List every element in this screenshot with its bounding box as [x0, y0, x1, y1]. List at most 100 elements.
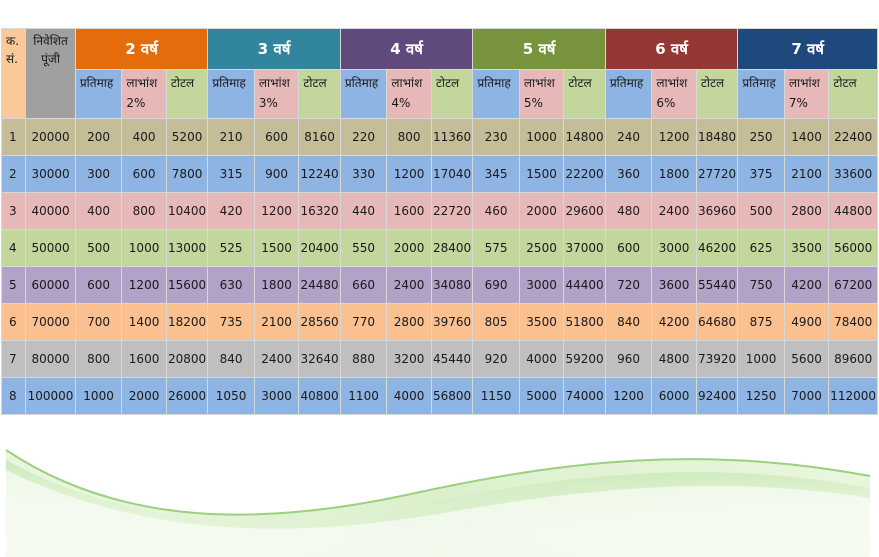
monthly-header: प्रतिमाह	[339, 69, 388, 119]
total-cell: 28560	[298, 303, 341, 341]
dividend-label: लाभांश	[656, 76, 688, 90]
total-cell: 32640	[298, 340, 341, 378]
total-label: टोटल	[303, 76, 327, 90]
total-label: टोटल	[170, 76, 195, 90]
monthly-cell: 880	[339, 340, 388, 378]
monthly-header: प्रतिमाह	[207, 69, 255, 119]
monthly-cell: 920	[472, 340, 520, 378]
monthly-cell: 690	[472, 266, 520, 304]
monthly-cell: 800	[74, 340, 123, 378]
total-cell: 20400	[298, 229, 341, 267]
total-header: टोटल	[695, 69, 739, 119]
dividend-header: लाभांश 7%	[783, 69, 830, 119]
dividend-cell: 1500	[253, 229, 300, 267]
monthly-cell: 700	[74, 303, 123, 341]
total-cell: 18480	[695, 118, 739, 156]
total-cell: 40800	[298, 377, 341, 415]
dividend-percent: 4%	[391, 96, 411, 110]
capital-cell: 30000	[25, 155, 76, 193]
monthly-cell: 1250	[737, 377, 785, 415]
capital-cell: 40000	[25, 192, 76, 230]
monthly-cell: 1000	[74, 377, 123, 415]
dividend-cell: 2500	[518, 229, 565, 267]
total-cell: 51800	[563, 303, 606, 341]
monthly-cell: 360	[604, 155, 653, 193]
dividend-cell: 4900	[783, 303, 830, 341]
dividend-percent: 5%	[523, 96, 543, 110]
serial-number-cell: 4	[0, 229, 27, 267]
dividend-cell: 3000	[651, 229, 697, 267]
dividend-percent: 3%	[258, 96, 278, 110]
monthly-cell: 300	[74, 155, 123, 193]
total-label: टोटल	[833, 76, 857, 90]
dividend-cell: 600	[121, 155, 167, 193]
monthly-cell: 550	[339, 229, 388, 267]
table-row: 3 40000 400 800 10400 420 1200 16320 440 1600 2272…	[0, 192, 878, 230]
dividend-cell: 1200	[386, 155, 432, 193]
dividend-cell: 1400	[783, 118, 830, 156]
dividend-cell: 5600	[783, 340, 830, 378]
serial-number-cell: 1	[0, 118, 27, 156]
monthly-cell: 805	[472, 303, 520, 341]
total-cell: 17040	[430, 155, 474, 193]
dividend-cell: 2800	[386, 303, 432, 341]
monthly-cell: 1000	[737, 340, 785, 378]
table-row: 5 60000 600 1200 15600 630 1800 24480 660 2400 340…	[0, 266, 878, 304]
group-header-5-year: 5 वर्ष	[472, 28, 606, 70]
total-cell: 22200	[563, 155, 606, 193]
total-cell: 55440	[695, 266, 739, 304]
total-cell: 45440	[430, 340, 474, 378]
total-cell: 59200	[563, 340, 606, 378]
monthly-cell: 315	[207, 155, 255, 193]
monthly-cell: 460	[472, 192, 520, 230]
total-cell: 44400	[563, 266, 606, 304]
total-cell: 10400	[165, 192, 209, 230]
dividend-percent: 2%	[126, 96, 146, 110]
monthly-cell: 600	[604, 229, 653, 267]
group-header-3-year: 3 वर्ष	[207, 28, 341, 70]
total-label: टोटल	[700, 76, 725, 90]
total-cell: 24480	[298, 266, 341, 304]
dividend-cell: 4800	[651, 340, 697, 378]
total-cell: 36960	[695, 192, 739, 230]
decorative-green-wave	[5, 449, 871, 557]
total-cell: 13000	[165, 229, 209, 267]
total-cell: 22720	[430, 192, 474, 230]
total-cell: 34080	[430, 266, 474, 304]
table-row: 8 100000 1000 2000 26000 1050 3000 40800 1100 400…	[0, 377, 878, 415]
dividend-cell: 1200	[651, 118, 697, 156]
group-header-row: क. सं. निवेशित पूंजी 2 वर्ष 3 वर्ष 4 वर्ष 5…	[0, 28, 878, 119]
monthly-cell: 330	[339, 155, 388, 193]
monthly-cell: 875	[737, 303, 785, 341]
total-label: टोटल	[435, 76, 460, 90]
monthly-cell: 1150	[472, 377, 520, 415]
total-header: टोटल	[430, 69, 474, 119]
dividend-cell: 6000	[651, 377, 697, 415]
monthly-cell: 200	[74, 118, 123, 156]
dividend-cell: 5000	[518, 377, 565, 415]
group-header-4-year: 4 वर्ष	[339, 28, 474, 70]
capital-cell: 70000	[25, 303, 76, 341]
monthly-cell: 420	[207, 192, 255, 230]
dividend-header: लाभांश 3%	[253, 69, 300, 119]
total-cell: 44800	[828, 192, 878, 230]
group-header-2-year: 2 वर्ष	[74, 28, 209, 70]
monthly-cell: 230	[472, 118, 520, 156]
dividend-cell: 4000	[518, 340, 565, 378]
total-header: टोटल	[165, 69, 209, 119]
monthly-cell: 1100	[339, 377, 388, 415]
monthly-cell: 345	[472, 155, 520, 193]
monthly-cell: 1200	[604, 377, 653, 415]
capital-cell: 80000	[25, 340, 76, 378]
total-cell: 39760	[430, 303, 474, 341]
monthly-header: प्रतिमाह	[472, 69, 520, 119]
dividend-percent: 6%	[656, 96, 676, 110]
dividend-cell: 1200	[253, 192, 300, 230]
table-row: 1 20000 200 400 5200 210 600 8160 220 800 11360 230…	[0, 118, 878, 156]
dividend-header: लाभांश 6%	[651, 69, 697, 119]
table-row: 4 50000 500 1000 13000 525 1500 20400 550 2000 284…	[0, 229, 878, 267]
monthly-label: प्रतिमाह	[742, 76, 776, 90]
total-cell: 27720	[695, 155, 739, 193]
scheme-table-container: क. सं. निवेशित पूंजी 2 वर्ष 3 वर्ष 4 वर्ष 5…	[0, 28, 878, 415]
capital-cell: 100000	[25, 377, 76, 415]
